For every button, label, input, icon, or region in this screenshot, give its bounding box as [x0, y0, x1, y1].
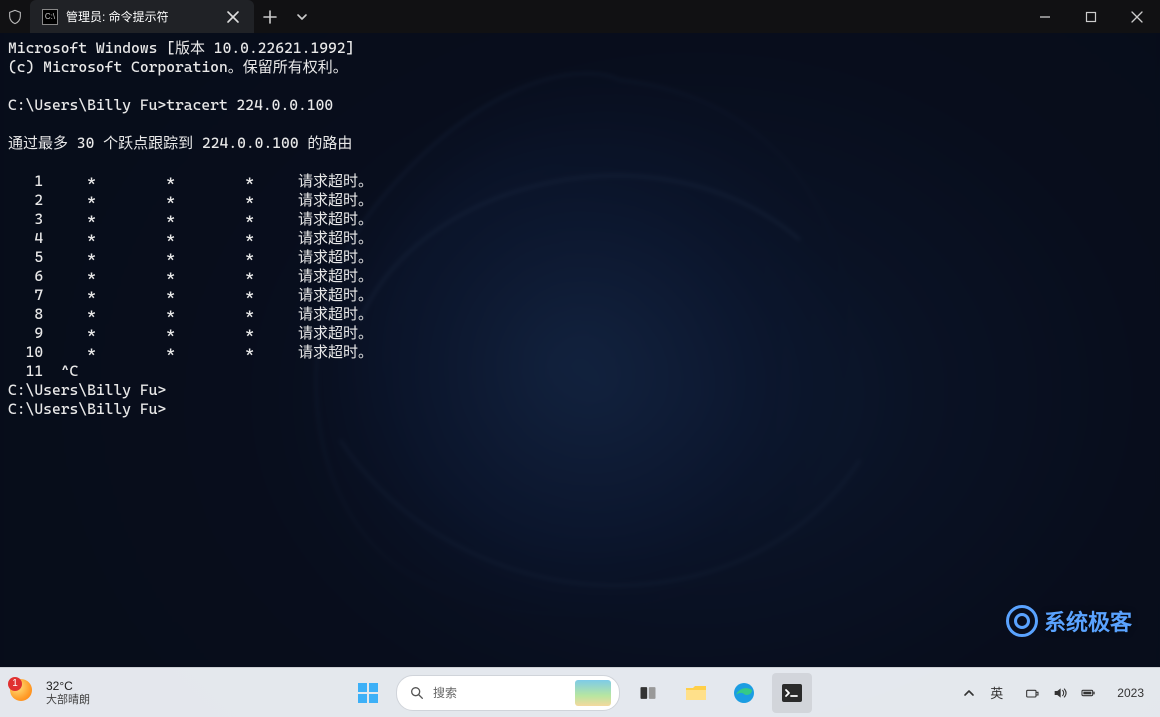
- battery-icon: [1079, 684, 1097, 702]
- edge-button[interactable]: [724, 673, 764, 713]
- system-tray-group[interactable]: [1015, 680, 1105, 706]
- tab-close-button[interactable]: [224, 8, 242, 26]
- notification-badge: 1: [8, 677, 22, 691]
- search-icon: [409, 685, 425, 701]
- ime-indicator[interactable]: 英: [990, 684, 1003, 702]
- tray-overflow-button[interactable]: [960, 684, 978, 702]
- maximize-button[interactable]: [1068, 0, 1114, 33]
- weather-temp: 32°C: [46, 679, 90, 693]
- network-icon: [1023, 684, 1041, 702]
- clock-year: 2023: [1117, 686, 1144, 700]
- new-tab-button[interactable]: [254, 0, 286, 33]
- start-button[interactable]: [348, 673, 388, 713]
- tab-cmd[interactable]: C:\ 管理员: 命令提示符: [30, 0, 254, 33]
- search-placeholder: 搜索: [433, 684, 457, 701]
- explorer-button[interactable]: [676, 673, 716, 713]
- task-view-button[interactable]: [628, 673, 668, 713]
- taskbar-widgets-button[interactable]: 1 32°C 大部晴朗: [0, 679, 210, 707]
- taskbar: 1 32°C 大部晴朗 搜索: [0, 667, 1160, 717]
- weather-desc: 大部晴朗: [46, 693, 90, 707]
- tab-title: 管理员: 命令提示符: [66, 8, 169, 25]
- terminal-window: C:\ 管理员: 命令提示符 Microsoft Windows [版本 10.…: [0, 0, 1160, 668]
- window-close-button[interactable]: [1114, 0, 1160, 33]
- titlebar[interactable]: C:\ 管理员: 命令提示符: [0, 0, 1160, 33]
- terminal-taskbar-button[interactable]: [772, 673, 812, 713]
- tab-dropdown-button[interactable]: [286, 0, 318, 33]
- search-highlight-image: [575, 680, 611, 706]
- taskbar-clock[interactable]: 2023: [1117, 686, 1144, 700]
- uac-shield-icon: [6, 8, 24, 26]
- cmd-icon: C:\: [42, 9, 58, 25]
- terminal-output[interactable]: Microsoft Windows [版本 10.0.22621.1992] (…: [0, 33, 1160, 668]
- minimize-button[interactable]: [1022, 0, 1068, 33]
- volume-icon: [1051, 684, 1069, 702]
- weather-icon: 1: [10, 679, 38, 707]
- taskbar-search-box[interactable]: 搜索: [396, 675, 620, 711]
